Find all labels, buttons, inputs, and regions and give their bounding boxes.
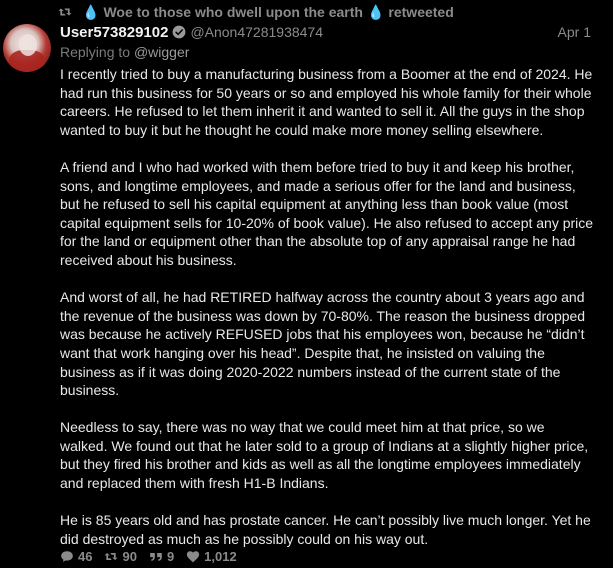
tweet-header: User573829102 @Anon47281938474 Apr 1 — [60, 23, 591, 41]
quote-icon — [150, 552, 162, 561]
verified-badge-icon — [173, 25, 186, 39]
retweet-count: 90 — [122, 548, 137, 564]
reply-context: Replying to @wigger — [60, 44, 189, 60]
reply-button[interactable]: 46 — [60, 549, 92, 564]
username[interactable]: User573829102 — [60, 24, 168, 41]
reply-count: 46 — [78, 548, 93, 564]
retweeter-name[interactable]: Woe to those who dwell upon the earth — [103, 4, 363, 20]
retweet-indicator[interactable]: 💧 Woe to those who dwell upon the earth … — [58, 4, 454, 20]
tweet-paragraph: I recently tried to buy a manufacturing … — [60, 66, 593, 138]
quote-count: 9 — [166, 548, 175, 564]
replying-to-label: Replying to — [60, 44, 131, 60]
retweet-icon — [105, 552, 118, 560]
retweeted-label: retweeted — [388, 4, 454, 20]
tweet-date[interactable]: Apr 1 — [558, 24, 591, 40]
tweet-body: I recently tried to buy a manufacturing … — [60, 65, 594, 548]
quote-button[interactable]: 9 — [149, 549, 174, 564]
reply-icon — [61, 550, 73, 562]
retweet-button[interactable]: 90 — [104, 548, 137, 564]
reply-mention-link[interactable]: @wigger — [134, 44, 189, 60]
tweet-paragraph: He is 85 years old and has prostate canc… — [60, 512, 591, 547]
tweet-paragraph: A friend and I who had worked with them … — [60, 158, 594, 268]
action-bar: 46 90 9 1,012 — [60, 548, 249, 564]
tweet-paragraph: Needless to say, there was no way that w… — [60, 419, 589, 492]
like-button[interactable]: 1,012 — [186, 549, 237, 564]
user-handle[interactable]: @Anon47281938474 — [190, 24, 323, 40]
retweet-icon — [58, 8, 72, 16]
droplet-icon: 💧 — [82, 3, 100, 20]
avatar[interactable] — [3, 24, 51, 72]
heart-icon — [187, 550, 200, 562]
like-count: 1,012 — [204, 548, 237, 564]
tweet-paragraph: And worst of all, he had RETIRED halfway… — [60, 289, 586, 399]
droplet-icon: 💧 — [366, 3, 385, 20]
